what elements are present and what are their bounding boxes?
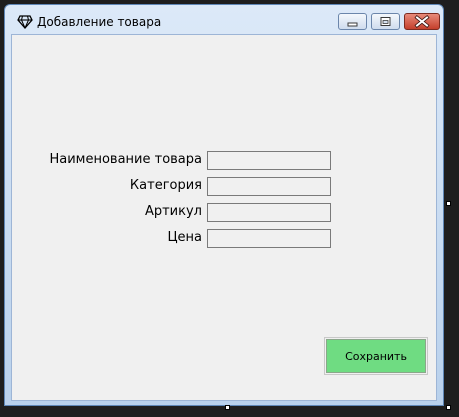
form-client-area: Наименование товара Категория Артикул Це…: [11, 34, 437, 401]
designer-surface: Добавление товара Наименование товара Ка…: [0, 0, 459, 417]
save-button[interactable]: Сохранить: [324, 337, 428, 375]
category-input[interactable]: [207, 177, 331, 196]
diamond-icon: [17, 14, 33, 29]
label-article: Артикул: [144, 204, 202, 219]
maximize-button[interactable]: [371, 13, 400, 30]
form-window[interactable]: Добавление товара Наименование товара Ка…: [4, 4, 444, 406]
article-input[interactable]: [207, 203, 331, 222]
title-bar[interactable]: Добавление товара: [5, 5, 443, 35]
resize-handle-bottom[interactable]: [225, 405, 230, 410]
window-title: Добавление товара: [37, 15, 162, 29]
resize-handle-corner[interactable]: [446, 405, 451, 410]
product-name-input[interactable]: [207, 151, 331, 170]
label-price: Цена: [167, 230, 202, 245]
close-button[interactable]: [404, 13, 440, 30]
minimize-button[interactable]: [338, 13, 367, 30]
label-category: Категория: [129, 178, 202, 193]
resize-handle-right[interactable]: [446, 201, 451, 206]
price-input[interactable]: [207, 229, 331, 248]
label-product-name: Наименование товара: [49, 152, 202, 167]
